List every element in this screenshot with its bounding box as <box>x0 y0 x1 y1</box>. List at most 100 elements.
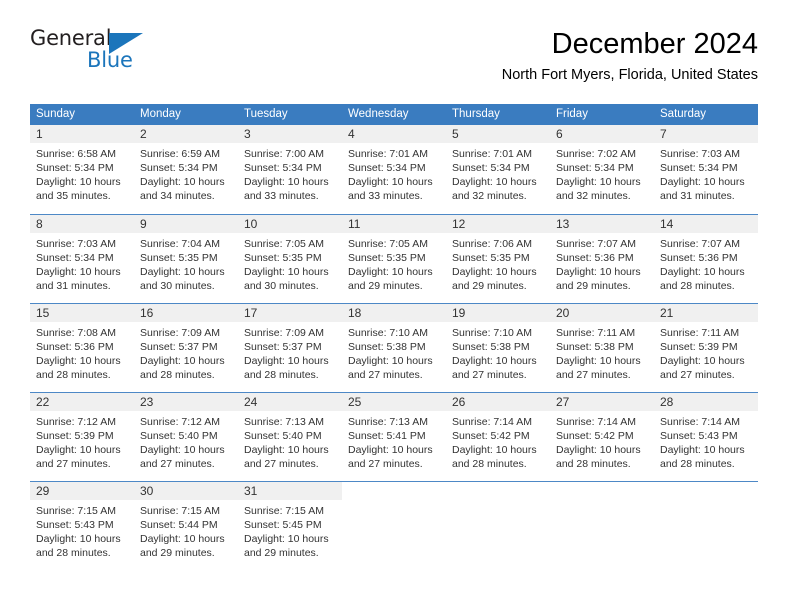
daylight-line-2: and 29 minutes. <box>244 547 319 559</box>
day-cell[interactable]: 14 Sunrise: 7:07 AM Sunset: 5:36 PM Dayl… <box>654 215 758 303</box>
sunrise-line: Sunrise: 7:12 AM <box>36 416 116 428</box>
day-cell[interactable]: 25 Sunrise: 7:13 AM Sunset: 5:41 PM Dayl… <box>342 393 446 481</box>
day-number: 2 <box>140 127 147 141</box>
sunrise-line: Sunrise: 7:01 AM <box>452 148 532 160</box>
daylight-line-1: Daylight: 10 hours <box>556 444 641 456</box>
sunset-line: Sunset: 5:44 PM <box>140 519 218 531</box>
daylight-line-1: Daylight: 10 hours <box>244 176 329 188</box>
daylight-line-2: and 34 minutes. <box>140 190 215 202</box>
daylight-line-2: and 29 minutes. <box>452 280 527 292</box>
sunset-line: Sunset: 5:38 PM <box>556 341 634 353</box>
day-number: 12 <box>452 217 466 231</box>
day-cell[interactable]: 9 Sunrise: 7:04 AM Sunset: 5:35 PM Dayli… <box>134 215 238 303</box>
sunrise-line: Sunrise: 7:13 AM <box>348 416 428 428</box>
day-info: Sunrise: 7:10 AM Sunset: 5:38 PM Dayligh… <box>446 322 550 382</box>
day-cell[interactable]: 12 Sunrise: 7:06 AM Sunset: 5:35 PM Dayl… <box>446 215 550 303</box>
day-number-band: 7 <box>654 125 758 143</box>
sunset-line: Sunset: 5:34 PM <box>452 162 530 174</box>
day-cell[interactable]: 13 Sunrise: 7:07 AM Sunset: 5:36 PM Dayl… <box>550 215 654 303</box>
day-number: 26 <box>452 395 466 409</box>
day-info: Sunrise: 7:14 AM Sunset: 5:43 PM Dayligh… <box>654 411 758 471</box>
day-cell[interactable]: 7 Sunrise: 7:03 AM Sunset: 5:34 PM Dayli… <box>654 125 758 214</box>
daylight-line-2: and 30 minutes. <box>244 280 319 292</box>
sunrise-line: Sunrise: 7:15 AM <box>36 505 116 517</box>
daylight-line-1: Daylight: 10 hours <box>348 266 433 278</box>
sunrise-line: Sunrise: 7:15 AM <box>140 505 220 517</box>
sunrise-line: Sunrise: 7:14 AM <box>556 416 636 428</box>
daylight-line-2: and 29 minutes. <box>140 547 215 559</box>
sunset-line: Sunset: 5:35 PM <box>348 252 426 264</box>
day-cell[interactable]: 11 Sunrise: 7:05 AM Sunset: 5:35 PM Dayl… <box>342 215 446 303</box>
day-cell[interactable]: 23 Sunrise: 7:12 AM Sunset: 5:40 PM Dayl… <box>134 393 238 481</box>
sunrise-line: Sunrise: 7:07 AM <box>556 238 636 250</box>
day-cell[interactable]: 17 Sunrise: 7:09 AM Sunset: 5:37 PM Dayl… <box>238 304 342 392</box>
sunset-line: Sunset: 5:35 PM <box>244 252 322 264</box>
day-number: 18 <box>348 306 362 320</box>
day-cell[interactable]: 15 Sunrise: 7:08 AM Sunset: 5:36 PM Dayl… <box>30 304 134 392</box>
daylight-line-2: and 31 minutes. <box>660 190 735 202</box>
sunset-line: Sunset: 5:41 PM <box>348 430 426 442</box>
daylight-line-2: and 28 minutes. <box>556 458 631 470</box>
sunset-line: Sunset: 5:36 PM <box>660 252 738 264</box>
day-cell[interactable]: 6 Sunrise: 7:02 AM Sunset: 5:34 PM Dayli… <box>550 125 654 214</box>
day-cell[interactable]: 10 Sunrise: 7:05 AM Sunset: 5:35 PM Dayl… <box>238 215 342 303</box>
daylight-line-2: and 32 minutes. <box>556 190 631 202</box>
sunset-line: Sunset: 5:40 PM <box>244 430 322 442</box>
day-cell[interactable]: 16 Sunrise: 7:09 AM Sunset: 5:37 PM Dayl… <box>134 304 238 392</box>
day-cell[interactable]: 18 Sunrise: 7:10 AM Sunset: 5:38 PM Dayl… <box>342 304 446 392</box>
day-info: Sunrise: 7:07 AM Sunset: 5:36 PM Dayligh… <box>550 233 654 293</box>
general-blue-logo[interactable]: General Blue <box>30 26 160 82</box>
day-cell[interactable]: 4 Sunrise: 7:01 AM Sunset: 5:34 PM Dayli… <box>342 125 446 214</box>
sunset-line: Sunset: 5:36 PM <box>36 341 114 353</box>
day-cell[interactable]: 3 Sunrise: 7:00 AM Sunset: 5:34 PM Dayli… <box>238 125 342 214</box>
day-cell[interactable]: 31 Sunrise: 7:15 AM Sunset: 5:45 PM Dayl… <box>238 482 342 570</box>
day-number: 6 <box>556 127 563 141</box>
day-cell[interactable]: 28 Sunrise: 7:14 AM Sunset: 5:43 PM Dayl… <box>654 393 758 481</box>
day-cell[interactable]: 8 Sunrise: 7:03 AM Sunset: 5:34 PM Dayli… <box>30 215 134 303</box>
sunrise-line: Sunrise: 7:07 AM <box>660 238 740 250</box>
day-cell[interactable]: 24 Sunrise: 7:13 AM Sunset: 5:40 PM Dayl… <box>238 393 342 481</box>
day-number-band: 28 <box>654 393 758 411</box>
sunset-line: Sunset: 5:37 PM <box>140 341 218 353</box>
day-info: Sunrise: 7:03 AM Sunset: 5:34 PM Dayligh… <box>30 233 134 293</box>
day-number: 1 <box>36 127 43 141</box>
day-number-band: 12 <box>446 215 550 233</box>
day-cell[interactable]: 5 Sunrise: 7:01 AM Sunset: 5:34 PM Dayli… <box>446 125 550 214</box>
day-number-band: 31 <box>238 482 342 500</box>
logo-text-blue: Blue <box>87 48 133 72</box>
day-number-band: 15 <box>30 304 134 322</box>
day-cell[interactable]: 2 Sunrise: 6:59 AM Sunset: 5:34 PM Dayli… <box>134 125 238 214</box>
day-cell[interactable]: 26 Sunrise: 7:14 AM Sunset: 5:42 PM Dayl… <box>446 393 550 481</box>
day-cell[interactable]: 20 Sunrise: 7:11 AM Sunset: 5:38 PM Dayl… <box>550 304 654 392</box>
day-cell[interactable]: 30 Sunrise: 7:15 AM Sunset: 5:44 PM Dayl… <box>134 482 238 570</box>
sunrise-line: Sunrise: 6:59 AM <box>140 148 220 160</box>
weekday-monday: Monday <box>140 108 181 120</box>
daylight-line-1: Daylight: 10 hours <box>244 266 329 278</box>
sunrise-line: Sunrise: 7:12 AM <box>140 416 220 428</box>
day-number-band: 5 <box>446 125 550 143</box>
day-cell-empty <box>342 482 446 570</box>
day-info: Sunrise: 7:10 AM Sunset: 5:38 PM Dayligh… <box>342 322 446 382</box>
daylight-line-1: Daylight: 10 hours <box>140 533 225 545</box>
day-cell[interactable]: 21 Sunrise: 7:11 AM Sunset: 5:39 PM Dayl… <box>654 304 758 392</box>
sunset-line: Sunset: 5:39 PM <box>36 430 114 442</box>
daylight-line-1: Daylight: 10 hours <box>140 266 225 278</box>
weekday-friday: Friday <box>556 108 588 120</box>
daylight-line-1: Daylight: 10 hours <box>452 266 537 278</box>
daylight-line-1: Daylight: 10 hours <box>452 444 537 456</box>
day-cell[interactable]: 27 Sunrise: 7:14 AM Sunset: 5:42 PM Dayl… <box>550 393 654 481</box>
daylight-line-1: Daylight: 10 hours <box>452 176 537 188</box>
day-number: 10 <box>244 217 258 231</box>
day-cell[interactable]: 19 Sunrise: 7:10 AM Sunset: 5:38 PM Dayl… <box>446 304 550 392</box>
sunrise-line: Sunrise: 7:11 AM <box>556 327 636 339</box>
day-cell[interactable]: 29 Sunrise: 7:15 AM Sunset: 5:43 PM Dayl… <box>30 482 134 570</box>
daylight-line-1: Daylight: 10 hours <box>556 355 641 367</box>
day-number-band: 27 <box>550 393 654 411</box>
day-cell[interactable]: 22 Sunrise: 7:12 AM Sunset: 5:39 PM Dayl… <box>30 393 134 481</box>
week-row: 1 Sunrise: 6:58 AM Sunset: 5:34 PM Dayli… <box>30 125 758 214</box>
day-cell[interactable]: 1 Sunrise: 6:58 AM Sunset: 5:34 PM Dayli… <box>30 125 134 214</box>
day-number-band: 10 <box>238 215 342 233</box>
day-number-band: 3 <box>238 125 342 143</box>
daylight-line-1: Daylight: 10 hours <box>556 266 641 278</box>
daylight-line-2: and 35 minutes. <box>36 190 111 202</box>
